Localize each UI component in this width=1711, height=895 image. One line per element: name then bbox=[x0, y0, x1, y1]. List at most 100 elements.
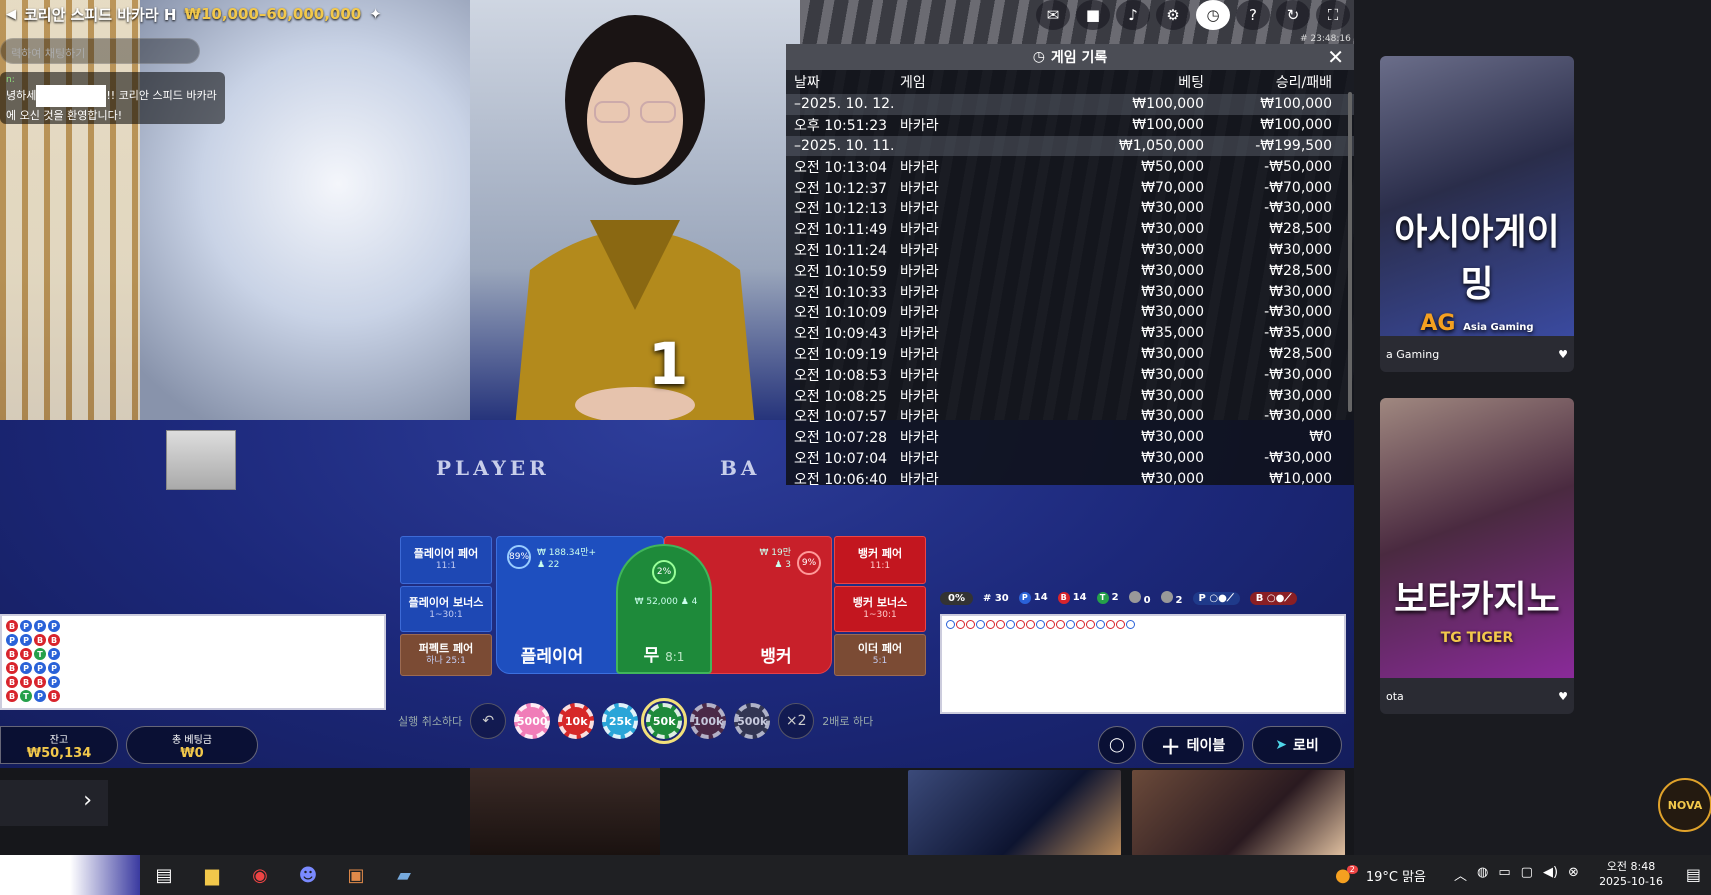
bead-road-cell: P bbox=[48, 620, 60, 632]
stats-tie: 2 bbox=[1111, 592, 1119, 603]
network-icon[interactable]: ▭ bbox=[1498, 865, 1510, 884]
history-row[interactable]: 오전 10:07:28 바카라 ₩30,000 ₩0 bbox=[786, 427, 1354, 448]
history-header: ◷ 게임 기록 ✕ bbox=[786, 44, 1354, 70]
history-row[interactable]: 오전 10:12:37 바카라 ₩70,000 -₩70,000 bbox=[786, 177, 1354, 198]
x-icon[interactable]: ⊗ bbox=[1568, 865, 1579, 884]
notification-icon[interactable]: ▤ bbox=[1686, 865, 1701, 884]
close-icon[interactable]: ✕ bbox=[1327, 45, 1344, 69]
history-row[interactable]: 오전 10:09:43 바카라 ₩35,000 -₩35,000 bbox=[786, 323, 1354, 344]
history-date-row[interactable]: –2025. 10. 11. ₩1,050,000 -₩199,500 bbox=[786, 135, 1354, 157]
stats-rounds: # 30 bbox=[982, 592, 1009, 604]
history-row[interactable]: 오전 10:10:09 바카라 ₩30,000 -₩30,000 bbox=[786, 302, 1354, 323]
chip-25k[interactable]: 25k bbox=[602, 703, 639, 739]
history-row[interactable]: 오전 10:09:19 바카라 ₩30,000 ₩28,500 bbox=[786, 344, 1354, 365]
chat-bubble-icon[interactable]: ◯ bbox=[1098, 726, 1136, 764]
table-button[interactable]: ＋ 테이블 bbox=[1142, 726, 1244, 764]
heart-icon[interactable]: ♥ bbox=[1558, 348, 1568, 361]
heart-icon[interactable]: ♥ bbox=[1558, 690, 1568, 703]
banker-amount: ₩ 19만 bbox=[759, 548, 792, 558]
game-thumbnail-1[interactable] bbox=[908, 770, 1121, 856]
bead-road-cell: P bbox=[48, 676, 60, 688]
provider-card-bota[interactable]: 보타카지노 TG TIGER ota ♥ bbox=[1380, 398, 1574, 714]
refresh-icon[interactable]: ↻ bbox=[1276, 0, 1310, 30]
bead-road-cell: P bbox=[20, 620, 32, 632]
big-road-cell bbox=[1046, 620, 1055, 629]
banker-pair-label: 뱅커 페어 bbox=[857, 547, 903, 560]
double-label: 2배로 하다 bbox=[822, 715, 874, 728]
double-icon[interactable]: ×2 bbox=[778, 703, 815, 739]
undo-icon[interactable]: ↶ bbox=[470, 703, 507, 739]
chat-message: n: 녕하세 !! 코리안 스피드 바카라 에 오신 것을 환영합니다! bbox=[0, 72, 225, 124]
perfect-pair-bet[interactable]: 퍼펙트 페어 하나 25:1 bbox=[400, 634, 492, 676]
lobby-button[interactable]: ➤ 로비 bbox=[1252, 726, 1342, 764]
history-row[interactable]: 오전 10:10:59 바카라 ₩30,000 ₩28,500 bbox=[786, 260, 1354, 281]
history-row[interactable]: 오전 10:06:40 바카라 ₩30,000 ₩10,000 bbox=[786, 468, 1354, 489]
provider-card-asia-gaming[interactable]: 아시아게이밍 AG Asia Gaming a Gaming ♥ bbox=[1380, 56, 1574, 372]
history-scrollbar[interactable] bbox=[1348, 92, 1352, 412]
settings-gear-icon[interactable]: ⚙ bbox=[1156, 0, 1190, 30]
banker-pair-dot-icon bbox=[1160, 590, 1173, 603]
banker-predict-button[interactable]: B ○●⟋ bbox=[1249, 591, 1298, 605]
notepad-icon[interactable]: ▰ bbox=[386, 857, 422, 893]
player-bonus-bet[interactable]: 플레이어 보너스 1~30:1 bbox=[400, 586, 492, 632]
balance-label: 잔고 bbox=[49, 735, 69, 746]
system-clock[interactable]: 오전 8:48 2025-10-16 bbox=[1599, 859, 1663, 889]
back-icon[interactable]: ◀ bbox=[6, 7, 16, 22]
bead-road-cell: B bbox=[20, 648, 32, 660]
nova-logo-badge[interactable]: NOVA bbox=[1658, 778, 1711, 832]
video-camera-icon[interactable]: ■ bbox=[1076, 0, 1110, 30]
player-predict-button[interactable]: P ○●⟋ bbox=[1192, 591, 1240, 605]
banker-bonus-bet[interactable]: 뱅커 보너스 1~30:1 bbox=[834, 586, 926, 632]
fullscreen-icon[interactable]: ⛶ bbox=[1316, 0, 1350, 30]
history-cell-c1: 오전 10:12:37 bbox=[794, 180, 888, 197]
banker-pair-bet[interactable]: 뱅커 페어 11:1 bbox=[834, 536, 926, 584]
app-icon[interactable]: ▣ bbox=[338, 857, 374, 893]
weather-widget[interactable]: ● 2 19°C 맑음 bbox=[1335, 865, 1426, 886]
chat-toggle-icon[interactable]: ✉ bbox=[1036, 0, 1070, 30]
discord-icon[interactable]: ☻ bbox=[290, 857, 326, 893]
history-date-row[interactable]: –2025. 10. 12. ₩100,000 ₩100,000 bbox=[786, 94, 1354, 115]
stats-banker-group: B 14 bbox=[1057, 592, 1087, 604]
history-row[interactable]: 오전 10:07:57 바카라 ₩30,000 -₩30,000 bbox=[786, 406, 1354, 427]
card-art-1: 아시아게이밍 AG Asia Gaming bbox=[1380, 56, 1574, 336]
history-cell-c2: 바카라 bbox=[900, 284, 939, 301]
history-clock-icon[interactable]: ◷ bbox=[1196, 0, 1230, 30]
speaker-icon[interactable]: ◀) bbox=[1543, 865, 1558, 884]
chip-5000[interactable]: 5000 bbox=[514, 703, 551, 739]
volume-icon[interactable]: ♪ bbox=[1116, 0, 1150, 30]
bead-road-cell: B bbox=[6, 662, 18, 674]
carousel-next-button[interactable]: › bbox=[0, 780, 108, 826]
bead-road-cell: B bbox=[34, 676, 46, 688]
chevron-up-icon[interactable]: ︿ bbox=[1454, 865, 1467, 884]
history-cell-c3: ₩35,000 bbox=[1141, 325, 1204, 342]
either-pair-bet[interactable]: 이더 페어 5:1 bbox=[834, 634, 926, 676]
history-row[interactable]: 오전 10:13:04 바카라 ₩50,000 -₩50,000 bbox=[786, 156, 1354, 177]
chat-input[interactable]: 력하여 채팅하기 bbox=[0, 38, 200, 64]
game-thumbnail-2[interactable] bbox=[1132, 770, 1345, 856]
undo-label: 실행 취소하다 bbox=[398, 715, 463, 728]
history-row[interactable]: 오전 10:08:53 바카라 ₩30,000 -₩30,000 bbox=[786, 364, 1354, 385]
card-shoe bbox=[166, 430, 236, 490]
help-icon[interactable]: ? bbox=[1236, 0, 1270, 30]
chip-100k[interactable]: 100k bbox=[690, 703, 727, 739]
task-view-icon[interactable]: ▤ bbox=[146, 857, 182, 893]
chrome-icon[interactable]: ◉ bbox=[242, 857, 278, 893]
chip-10k[interactable]: 10k bbox=[558, 703, 595, 739]
history-row[interactable]: 오전 10:07:04 바카라 ₩30,000 -₩30,000 bbox=[786, 448, 1354, 469]
history-row[interactable]: 오후 10:51:23 바카라 ₩100,000 ₩100,000 bbox=[786, 115, 1354, 136]
chip-500k[interactable]: 500k bbox=[734, 703, 771, 739]
favorite-star-icon[interactable]: ✦ bbox=[369, 5, 382, 23]
history-row[interactable]: 오전 10:11:49 바카라 ₩30,000 ₩28,500 bbox=[786, 219, 1354, 240]
monitor-icon[interactable]: ▢ bbox=[1521, 865, 1533, 884]
tray-app-icon[interactable]: ◍ bbox=[1477, 865, 1488, 884]
bead-road-cell: B bbox=[6, 676, 18, 688]
history-row[interactable]: 오전 10:12:13 바카라 ₩30,000 -₩30,000 bbox=[786, 198, 1354, 219]
history-row[interactable]: 오전 10:08:25 바카라 ₩30,000 ₩30,000 bbox=[786, 385, 1354, 406]
chip-50k[interactable]: 50k bbox=[641, 698, 688, 744]
file-explorer-icon[interactable]: ▆ bbox=[194, 857, 230, 893]
history-row[interactable]: 오전 10:11:24 바카라 ₩30,000 ₩30,000 bbox=[786, 240, 1354, 261]
start-search-box[interactable] bbox=[0, 855, 140, 895]
player-pair-bet[interactable]: 플레이어 페어 11:1 bbox=[400, 536, 492, 584]
history-row[interactable]: 오전 10:10:33 바카라 ₩30,000 ₩30,000 bbox=[786, 281, 1354, 302]
tie-main-bet[interactable]: 2% ₩ 52,000 ♟ 4 무 8:1 bbox=[616, 544, 712, 674]
